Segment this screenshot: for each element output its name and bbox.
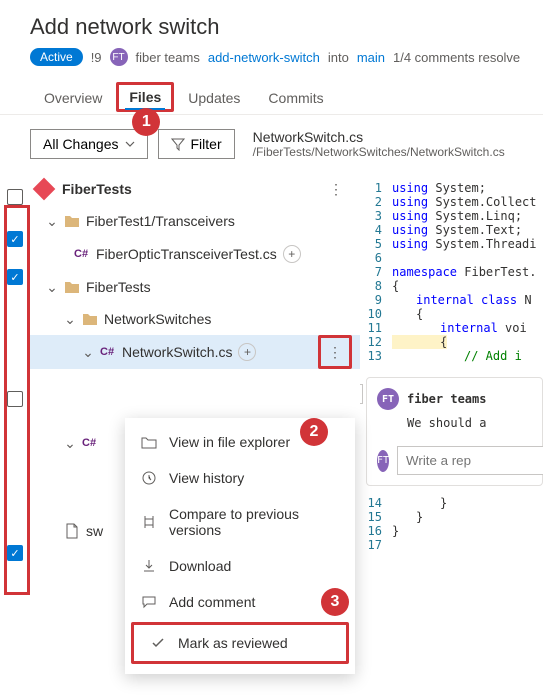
- toolbar: All Changes Filter NetworkSwitch.cs /Fib…: [0, 115, 543, 173]
- folder-open-icon: [141, 434, 157, 450]
- comment-thread: ✕ FT fiber teams We should a FT: [366, 377, 543, 486]
- pr-number: !9: [91, 50, 102, 65]
- more-icon[interactable]: ⋮: [320, 173, 352, 205]
- avatar: FT: [110, 48, 128, 66]
- tree-folder-networkswitches[interactable]: ⌄ NetworkSwitches: [30, 303, 360, 335]
- tree-file-networkswitch[interactable]: ⌄ C# NetworkSwitch.cs + ⋮: [30, 335, 360, 369]
- callout-3: 3: [321, 588, 349, 616]
- page-title: Add network switch: [30, 14, 527, 40]
- menu-view-history[interactable]: View history: [125, 460, 355, 496]
- tree-file-transceiver-test[interactable]: C# FiberOpticTransceiverTest.cs +: [30, 237, 360, 271]
- compare-icon: [141, 514, 157, 530]
- status-badge: Active: [30, 48, 83, 66]
- callout-2: 2: [300, 418, 328, 446]
- avatar: FT: [377, 450, 389, 472]
- menu-mark-reviewed[interactable]: Mark as reviewed: [131, 622, 349, 664]
- comment-author: fiber teams: [407, 392, 486, 406]
- callout-checkbox-column: [4, 205, 30, 595]
- chevron-down-icon: ⌄: [46, 215, 58, 227]
- tab-overview[interactable]: Overview: [30, 82, 116, 114]
- all-changes-dropdown[interactable]: All Changes: [30, 129, 148, 159]
- download-icon: [141, 558, 157, 574]
- tree-folder-fibertests[interactable]: ⌄ FiberTests: [30, 271, 360, 303]
- author-name: fiber teams: [136, 50, 200, 65]
- tree-root[interactable]: FiberTests ⋮: [30, 173, 360, 205]
- chevron-down-icon: ⌄: [64, 437, 76, 449]
- collapse-button[interactable]: ✕: [360, 384, 363, 404]
- tab-updates[interactable]: Updates: [174, 82, 254, 114]
- more-button[interactable]: ⋮: [318, 335, 352, 369]
- filter-icon: [171, 137, 185, 151]
- reply-input[interactable]: [397, 446, 543, 475]
- csharp-icon: C#: [82, 437, 98, 449]
- current-file-path: /FiberTests/NetworkSwitches/NetworkSwitc…: [253, 145, 505, 159]
- menu-add-comment[interactable]: Add comment 3: [125, 584, 355, 620]
- folder-icon: [64, 214, 80, 228]
- file-tree: FiberTests ⋮ ⌄ FiberTest1/Transceivers C…: [30, 173, 360, 561]
- history-icon: [141, 470, 157, 486]
- comment-status: 1/4 comments resolve: [393, 50, 520, 65]
- filter-button[interactable]: Filter: [158, 129, 235, 159]
- folder-icon: [82, 312, 98, 326]
- menu-compare[interactable]: Compare to previous versions: [125, 496, 355, 548]
- code-viewer: 1using System; 2using System.Collect 3us…: [360, 173, 543, 561]
- comment-icon: [141, 594, 157, 610]
- tree-folder-transceivers[interactable]: ⌄ FiberTest1/Transceivers: [30, 205, 360, 237]
- csharp-icon: C#: [74, 248, 90, 260]
- csharp-icon: C#: [100, 346, 116, 358]
- current-file-name: NetworkSwitch.cs: [253, 129, 505, 145]
- tab-commits[interactable]: Commits: [254, 82, 337, 114]
- target-branch-link[interactable]: main: [357, 50, 385, 65]
- add-comment-icon[interactable]: +: [283, 245, 301, 263]
- comment-body: We should a: [377, 410, 532, 430]
- chevron-down-icon: [125, 139, 135, 149]
- check-icon: [150, 635, 166, 651]
- add-comment-icon[interactable]: +: [238, 343, 256, 361]
- file-icon: [64, 523, 80, 539]
- folder-icon: [64, 280, 80, 294]
- checkbox-root[interactable]: [7, 189, 23, 205]
- source-branch-link[interactable]: add-network-switch: [208, 50, 320, 65]
- tabs: Overview Files 1 Updates Commits: [0, 72, 543, 115]
- chevron-down-icon: ⌄: [46, 281, 58, 293]
- chevron-down-icon: ⌄: [82, 346, 94, 358]
- context-menu: View in file explorer View history Compa…: [125, 418, 355, 674]
- pr-meta: Active !9 FT fiber teams add-network-swi…: [30, 48, 527, 66]
- chevron-down-icon: ⌄: [64, 313, 76, 325]
- menu-download[interactable]: Download: [125, 548, 355, 584]
- avatar: FT: [377, 388, 399, 410]
- repo-icon: [33, 178, 56, 201]
